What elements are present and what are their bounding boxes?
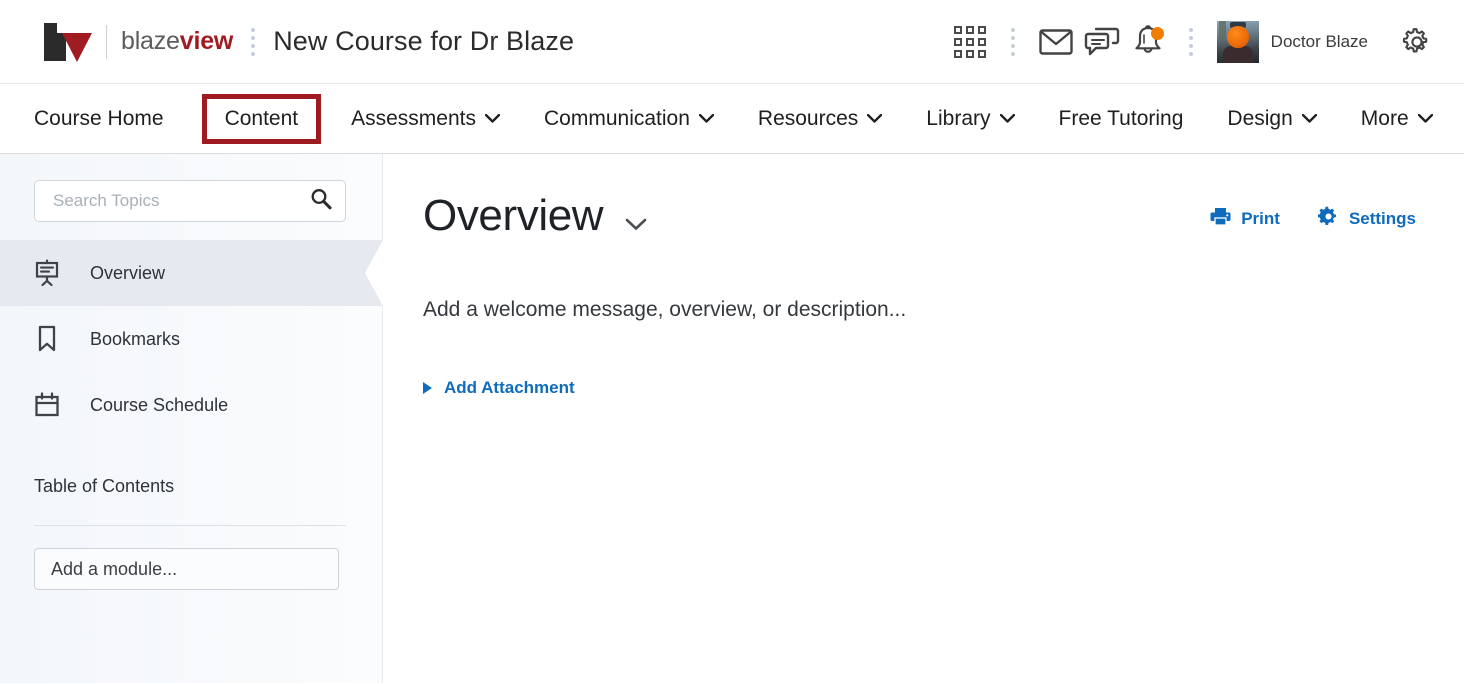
nav-item-library[interactable]: Library <box>926 106 1015 131</box>
header-actions: Doctor Blaze <box>947 19 1440 65</box>
sidebar-item-label: Course Schedule <box>90 394 229 415</box>
chevron-down-icon <box>485 114 500 123</box>
nav-item-communication[interactable]: Communication <box>544 107 714 131</box>
chat-bubbles-icon[interactable] <box>1079 19 1125 65</box>
sidebar-item-bookmarks[interactable]: Bookmarks <box>0 306 382 372</box>
chevron-down-icon <box>1301 114 1317 123</box>
logo-text-view: view <box>179 27 234 55</box>
main-header: Overview Print Settings <box>423 194 1464 238</box>
nav-label: Library <box>926 106 991 130</box>
sidebar-list: Overview Bookmarks Course Schedule <box>0 240 383 438</box>
nav-label: Design <box>1227 106 1293 130</box>
nav-item-free-tutoring[interactable]: Free Tutoring <box>1059 107 1184 131</box>
print-button[interactable]: Print <box>1210 207 1280 231</box>
logo-divider <box>106 24 107 59</box>
content-main: Overview Print Settings Add a welcome me… <box>383 154 1464 683</box>
envelope-icon[interactable] <box>1033 19 1079 65</box>
table-of-contents-heading: Table of Contents <box>34 476 175 496</box>
sidebar-item-overview[interactable]: Overview <box>0 240 383 306</box>
page-title: Overview <box>423 191 604 240</box>
chevron-down-icon <box>999 114 1015 123</box>
add-module-input[interactable] <box>51 558 322 580</box>
nav-item-more[interactable]: More <box>1361 107 1433 131</box>
logo-text-blaze: blaze <box>121 27 180 55</box>
nav-label: Assessments <box>351 106 476 130</box>
add-attachment-label: Add Attachment <box>444 378 575 397</box>
page-body: Overview Bookmarks Cou <box>0 154 1464 683</box>
page-title-course: New Course for Dr Blaze <box>273 26 575 56</box>
nav-label: Communication <box>544 106 690 130</box>
waffle-grid-icon[interactable] <box>947 19 993 65</box>
printer-icon <box>1210 207 1231 231</box>
search-topics-box[interactable] <box>34 180 346 222</box>
avatar[interactable] <box>1216 20 1259 63</box>
print-label: Print <box>1241 209 1280 228</box>
header-separator-dots <box>251 27 256 56</box>
triangle-right-icon <box>423 382 432 394</box>
bell-icon[interactable] <box>1125 19 1171 65</box>
gear-icon[interactable] <box>1394 19 1440 65</box>
nav-label: Free Tutoring <box>1058 106 1184 130</box>
brand-logo[interactable]: blazeview <box>44 22 233 62</box>
sidebar-divider <box>34 525 346 526</box>
logo-wordmark: blazeview <box>121 27 233 56</box>
nav-item-assessments[interactable]: Assessments <box>351 107 500 131</box>
lv-logo-icon <box>44 22 94 62</box>
welcome-message-placeholder[interactable]: Add a welcome message, overview, or desc… <box>423 298 1464 322</box>
calendar-icon <box>32 391 62 419</box>
sidebar-item-course-schedule[interactable]: Course Schedule <box>0 372 382 438</box>
chevron-down-icon <box>698 114 714 123</box>
user-name-label[interactable]: Doctor Blaze <box>1271 32 1368 52</box>
gear-icon <box>1317 206 1339 232</box>
header-separator-dots-3 <box>1188 27 1193 56</box>
sidebar-item-label: Overview <box>90 262 166 283</box>
nav-item-design[interactable]: Design <box>1227 106 1317 131</box>
nav-label: Content <box>224 106 299 130</box>
sidebar-item-label: Bookmarks <box>90 328 181 349</box>
chevron-down-icon[interactable] <box>625 218 647 236</box>
content-sidebar: Overview Bookmarks Cou <box>0 154 383 683</box>
search-input[interactable] <box>53 191 309 211</box>
settings-button[interactable]: Settings <box>1317 206 1416 232</box>
nav-label: More <box>1360 106 1409 130</box>
header-separator-dots-2 <box>1010 27 1015 56</box>
nav-item-resources[interactable]: Resources <box>757 106 883 131</box>
chevron-down-icon <box>867 114 883 123</box>
notification-badge <box>1150 26 1164 40</box>
nav-item-content[interactable]: Content <box>201 93 322 144</box>
course-navbar: Course Home Content Assessments Communic… <box>0 84 1464 154</box>
app-header: blazeview New Course for Dr Blaze Doctor… <box>0 0 1464 84</box>
add-module-box[interactable] <box>34 548 339 590</box>
nav-item-course-home[interactable]: Course Home <box>34 107 164 131</box>
search-icon[interactable] <box>309 187 333 216</box>
presentation-board-icon <box>32 259 62 287</box>
main-actions: Print Settings <box>1210 206 1416 232</box>
add-attachment-button[interactable]: Add Attachment <box>423 378 1464 398</box>
bookmark-icon <box>32 324 62 354</box>
nav-label: Course Home <box>34 106 164 130</box>
nav-label: Resources <box>757 106 859 130</box>
chevron-down-icon <box>1417 114 1433 123</box>
settings-label: Settings <box>1348 209 1416 228</box>
